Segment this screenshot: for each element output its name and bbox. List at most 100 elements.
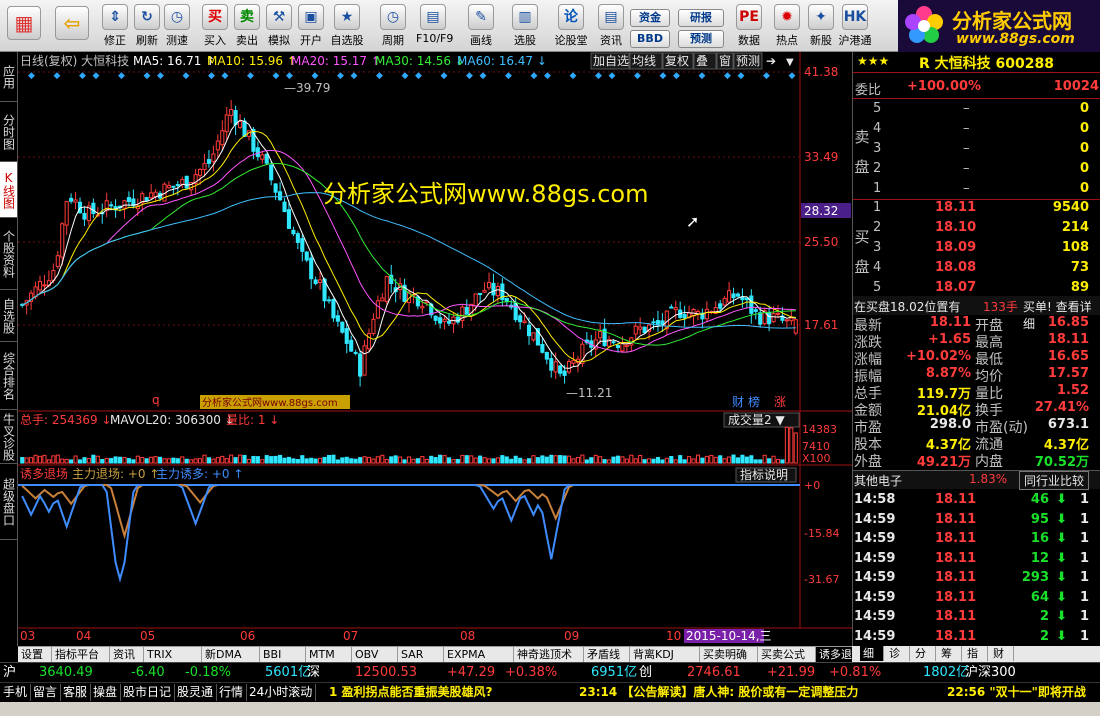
big-order-notice[interactable]: 在买盘18.02位置有 133手 买单! 查看详细 [853,296,1100,331]
indicator-tab-7[interactable]: OBV [352,647,398,662]
right-tab-3[interactable]: 筹 [938,646,962,661]
sell-icon: 卖 [234,4,260,30]
chart-btn-4[interactable]: 窗 [719,54,731,68]
status-button-0[interactable]: 手机 [0,684,32,701]
news-item-2[interactable]: 23:14 【公告解读】唐人神: 股价或有一定调整压力 [576,684,861,701]
chart-btn-2[interactable]: 复权 [665,54,689,68]
volume-bar [340,457,345,464]
pe-button[interactable]: PE 数据 [732,2,766,50]
refresh-button[interactable]: ↻ 刷新 [130,2,164,50]
status-button-2[interactable]: 客服 [60,684,92,701]
period-button[interactable]: ◷ 周期 [376,2,410,50]
hot-button[interactable]: ✹ 热点 [770,2,804,50]
chart-menu-icon[interactable]: ▼ [786,57,794,68]
indicator-tab-11[interactable]: 矛盾线 [584,647,630,662]
nav-tab-7[interactable]: 超级盘口 [0,464,17,540]
hk-connect-button[interactable]: HK 沪港通 [838,2,872,50]
clock-button[interactable]: ◷ 测速 [160,2,194,50]
back-arrow-button[interactable]: ⇦ [52,2,92,50]
volume-select[interactable]: 成交量2 ▼ [728,412,785,427]
indicator-tab-5[interactable]: BBI [260,647,306,662]
tick-count: 1 [1079,531,1089,546]
status-button-5[interactable]: 股灵通 [174,684,218,701]
lock-button[interactable]: ▣ 开户 [294,2,328,50]
volume-bar [727,456,732,464]
volume-bar [522,459,527,464]
news-button[interactable]: ▤ 资讯 [594,2,628,50]
signal-marker: ◆ [609,71,616,81]
indicator-tab-14[interactable]: 买卖公式 [758,647,816,662]
indicator-tab-8[interactable]: SAR [398,647,444,662]
indicator-tab-4[interactable]: 新DMA [202,647,260,662]
forecast-button[interactable]: 预测 [678,30,724,48]
chart-btn-1[interactable]: 均线 [632,54,656,68]
chart-btn-3[interactable]: 叠 [696,54,708,68]
nav-tab-6[interactable]: 牛叉诊股 [0,410,17,464]
candle-body [318,279,323,284]
tick-price: 18.11 [935,628,977,644]
hs300-label[interactable]: 沪深300 [962,664,1019,681]
nav-tab-0[interactable]: 应用 [0,52,17,102]
sector-compare-button[interactable]: 同行业比较 [1019,471,1090,490]
badge-2[interactable]: 涨 [774,394,786,409]
volume-bar [389,456,394,464]
kline-chart[interactable]: 日线(复权) 大恒科技 MA5: 16.71 ↑MA10: 15.96 ↑MA20… [18,52,852,646]
right-tab-5[interactable]: 财 [990,646,1014,661]
pencil-button[interactable]: ✎ 画线 [464,2,498,50]
up-down-button[interactable]: ⇕ 修正 [98,2,132,50]
status-button-1[interactable]: 留言 [30,684,62,701]
tick-price: 18.11 [935,531,977,546]
forum-button[interactable]: 论论股堂 [554,2,588,50]
research-button[interactable]: 研报 [678,9,724,27]
indicator-tab-1[interactable]: 指标平台 [52,647,110,662]
indicator-tab-10[interactable]: 神奇逃顶术 [514,647,584,662]
screen-select-button[interactable]: ▥ 选股 [508,2,542,50]
chart-btn-0[interactable]: 加自选 [593,54,629,68]
right-tab-4[interactable]: 指 [964,646,988,661]
f10-button[interactable]: ▤ F10/F9 [416,2,453,50]
right-tab-1[interactable]: 诊 [886,646,910,661]
windows-logo-button[interactable]: ▦ [4,2,44,50]
badge-1[interactable]: 榜 [748,394,760,409]
indicator-tab-12[interactable]: 背离KDJ [630,647,700,662]
new-stock-button[interactable]: ✦ 新股 [804,2,838,50]
scroll-right-icon[interactable]: ➔ [766,54,776,68]
status-button-3[interactable]: 操盘 [90,684,122,701]
candle-body [615,345,621,348]
nav-tab-2[interactable]: K线图 [0,162,17,218]
volume-bar [171,457,176,464]
indicator-tab-13[interactable]: 买卖明确 [700,647,758,662]
volume-bar [60,458,65,464]
indicator-tab-2[interactable]: 资讯 [110,647,144,662]
indicator-explain[interactable]: 指标说明 [740,467,788,482]
nav-tab-3[interactable]: 个股资料 [0,218,17,290]
volume-bar [278,454,283,464]
sell-button[interactable]: 卖卖出 [230,2,264,50]
stat-value: 17.57 [1047,366,1089,381]
status-button-4[interactable]: 股市日记 [120,684,176,701]
badge-0[interactable]: 财 [732,395,744,409]
status-button-6[interactable]: 行情 [216,684,248,701]
fund-button[interactable]: 资金 [630,9,670,27]
right-tab-0[interactable]: 细 [860,646,884,661]
status-button-7[interactable]: 24小时滚动 [246,684,317,701]
indicator-tab-3[interactable]: TRIX [144,647,202,662]
indicator-tab-9[interactable]: EXPMA [444,647,514,662]
sell-price: – [963,121,970,136]
indicator-tab-6[interactable]: MTM [306,647,352,662]
news-item-1[interactable]: 1 盈利拐点能否重振美股雄风? [326,684,496,701]
chart-btn-5[interactable]: 预测 [736,54,760,68]
buy-button[interactable]: 买买入 [198,2,232,50]
star-folder-button[interactable]: ★ 自选股 [330,2,364,50]
right-tab-2[interactable]: 分 [912,646,936,661]
hammer-button[interactable]: ⚒ 模拟 [262,2,296,50]
candle-body [727,290,732,303]
volume-bar [469,455,474,464]
indicator-tab-0[interactable]: 设置 [18,647,52,662]
indicator-axis-2: -31.67 [804,573,839,586]
nav-tab-1[interactable]: 分时图 [0,102,17,162]
nav-tab-4[interactable]: 自选股 [0,290,17,342]
news-item-3[interactable]: 22:56 "双十一"即将开战 [944,684,1089,701]
bbd-button[interactable]: BBD [630,30,670,48]
nav-tab-5[interactable]: 综合排名 [0,342,17,410]
